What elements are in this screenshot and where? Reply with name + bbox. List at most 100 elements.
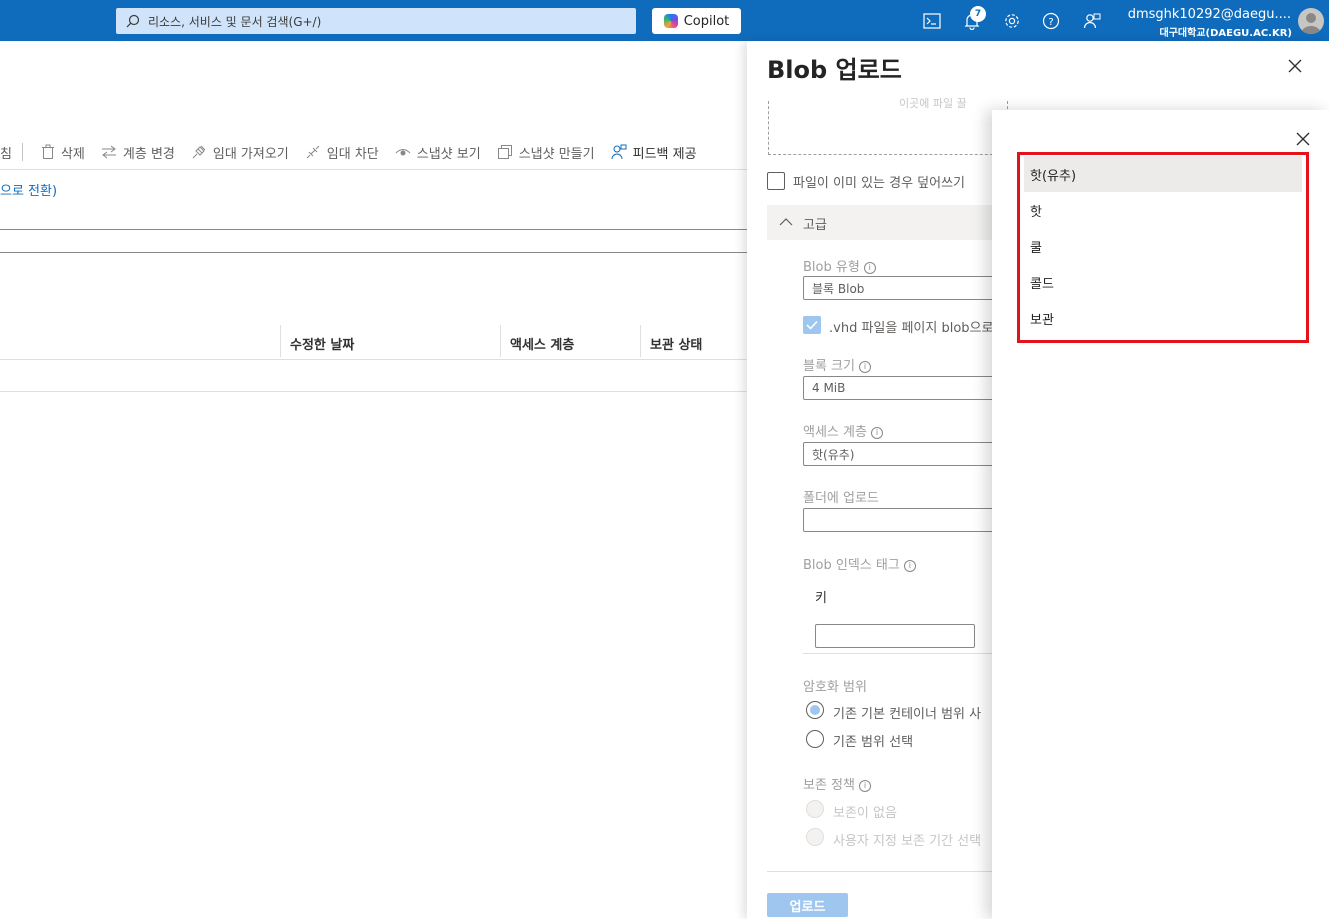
close-icon[interactable] [1287, 58, 1303, 74]
blob-type-select[interactable]: 블록 Blob [803, 276, 999, 300]
footer-divider [767, 871, 997, 872]
column-separator[interactable] [500, 325, 501, 357]
switch-view-link[interactable]: 으로 전환) [0, 180, 57, 199]
copilot-icon [663, 14, 678, 28]
unplug-icon [306, 145, 320, 159]
overwrite-label: 파일이 이미 있는 경우 덮어쓰기 [793, 176, 966, 191]
blob-type-label: Blob 유형 i [803, 256, 876, 275]
retention-custom-radio [806, 828, 824, 846]
feedback-person-icon [611, 144, 627, 160]
block-size-select[interactable]: 4 MiB [803, 376, 999, 400]
column-separator[interactable] [640, 325, 641, 357]
upload-button[interactable]: 업로드 [767, 893, 848, 917]
feedback-person-icon[interactable] [1081, 10, 1103, 32]
gear-icon[interactable] [1001, 10, 1023, 32]
dropzone-text: 이곳에 파일 끌 [899, 97, 967, 110]
delete-label: 삭제 [60, 146, 85, 162]
access-tier-label: 액세스 계층 i [803, 421, 883, 440]
block-size-label: 블록 크기 i [803, 355, 871, 374]
index-tags-label: Blob 인덱스 태그 i [803, 554, 916, 573]
retention-opt1-label: 보존이 없음 [833, 806, 897, 821]
help-icon[interactable]: ? [1040, 10, 1062, 32]
cloud-shell-icon[interactable] [921, 10, 943, 32]
break-lease-label: 임대 차단 [326, 146, 379, 162]
notification-count-badge: 7 [970, 6, 986, 22]
search-placeholder: 리소스, 서비스 및 문서 검색(G+/) [148, 14, 322, 29]
break-lease-button[interactable]: 임대 차단 [305, 143, 379, 162]
top-bar: 리소스, 서비스 및 문서 검색(G+/) Copilot 7 ? dmsghk… [0, 0, 1329, 41]
page-title: Blob 업로드 [767, 56, 902, 84]
user-organization: 대구대학교(DAEGU.AC.KR) [1159, 28, 1292, 39]
option-cold[interactable]: 콜드 [1024, 264, 1302, 300]
acquire-lease-button[interactable]: 임대 가져오기 [191, 143, 289, 162]
global-search-input[interactable]: 리소스, 서비스 및 문서 검색(G+/) [116, 8, 636, 34]
feedback-button[interactable]: 피드백 제공 [611, 143, 697, 162]
retention-none-radio [806, 800, 824, 818]
command-toolbar: 침 삭제 계층 변경 임대 가져오기 임대 차단 스냅샷 보기 스냅샷 만들기 … [0, 138, 750, 166]
table-row [0, 391, 750, 392]
advanced-section-toggle[interactable]: 고급 [767, 205, 997, 240]
plug-icon [192, 145, 206, 159]
encryption-existing-default-radio[interactable] [806, 701, 824, 719]
upload-folder-input[interactable] [803, 508, 999, 532]
encryption-choose-existing-radio[interactable] [806, 730, 824, 748]
info-icon[interactable]: i [858, 780, 871, 792]
acquire-lease-label: 임대 가져오기 [212, 146, 289, 162]
encryption-opt1-label: 기존 기본 컨테이너 범위 사 [833, 707, 982, 722]
encryption-opt2-label: 기존 범위 선택 [833, 735, 914, 750]
change-tier-button[interactable]: 계층 변경 [101, 143, 175, 162]
info-icon[interactable]: i [863, 262, 876, 274]
file-drop-zone[interactable]: 이곳에 파일 끌 [768, 97, 1008, 155]
option-hot[interactable]: 핫 [1024, 192, 1302, 228]
upload-folder-label: 폴더에 업로드 [803, 491, 879, 506]
column-header-access-tier[interactable]: 액세스 계층 [510, 334, 574, 353]
info-icon[interactable]: i [870, 427, 883, 439]
retention-policy-label: 보존 정책 i [803, 774, 871, 793]
option-hot-inferred[interactable]: 핫(유추) [1024, 156, 1302, 192]
tag-key-input[interactable] [815, 624, 975, 648]
copilot-label: Copilot [683, 13, 730, 29]
view-snapshots-button[interactable]: 스냅샷 보기 [395, 143, 481, 162]
retention-opt2-label: 사용자 지정 보존 기간 선택 [833, 834, 982, 849]
trash-icon [41, 144, 54, 159]
checkmark-icon [806, 320, 818, 330]
vhd-label: .vhd 파일을 페이지 blob으로 [829, 321, 994, 336]
column-separator[interactable] [280, 325, 281, 357]
tag-key-header: 키 [815, 591, 827, 606]
feedback-label: 피드백 제공 [632, 146, 697, 162]
copilot-button[interactable]: Copilot [652, 8, 741, 34]
divider [803, 653, 999, 654]
advanced-label: 고급 [803, 218, 827, 233]
swap-arrows-icon [101, 145, 116, 159]
table-header-line [0, 359, 750, 360]
chevron-up-icon [779, 218, 793, 226]
filter-divider-line [0, 229, 750, 230]
column-header-archive-status[interactable]: 보관 상태 [650, 334, 702, 353]
access-tier-option-list: 핫(유추) 핫 쿨 콜드 보관 [1017, 152, 1309, 343]
create-snapshot-label: 스냅샷 만들기 [518, 146, 595, 162]
toolbar-partial-label[interactable]: 침 [0, 143, 12, 162]
delete-button[interactable]: 삭제 [41, 143, 85, 162]
encryption-scope-label: 암호화 범위 [803, 680, 867, 695]
filter-divider-line [0, 252, 750, 253]
close-icon[interactable] [1295, 131, 1311, 147]
user-account-name[interactable]: dmsghk10292@daegu.... [1126, 7, 1291, 22]
vhd-page-blob-checkbox[interactable] [803, 316, 821, 334]
access-tier-dropdown: 핫(유추) 핫 쿨 콜드 보관 [992, 110, 1329, 919]
overwrite-checkbox[interactable] [767, 172, 785, 190]
eye-icon [395, 149, 411, 156]
create-snapshot-button[interactable]: 스냅샷 만들기 [497, 143, 595, 162]
info-icon[interactable]: i [858, 361, 871, 373]
toolbar-divider-line [0, 169, 750, 170]
toolbar-divider [21, 143, 23, 161]
option-archive[interactable]: 보관 [1024, 300, 1302, 336]
view-snapshots-label: 스냅샷 보기 [416, 146, 481, 162]
info-icon[interactable]: i [903, 560, 916, 572]
avatar[interactable] [1298, 8, 1324, 34]
snapshot-icon [497, 145, 512, 159]
change-tier-label: 계층 변경 [122, 146, 175, 162]
option-cool[interactable]: 쿨 [1024, 228, 1302, 264]
search-icon [126, 14, 140, 28]
column-header-modified[interactable]: 수정한 날짜 [290, 334, 354, 353]
access-tier-select[interactable]: 핫(유추) [803, 442, 999, 466]
